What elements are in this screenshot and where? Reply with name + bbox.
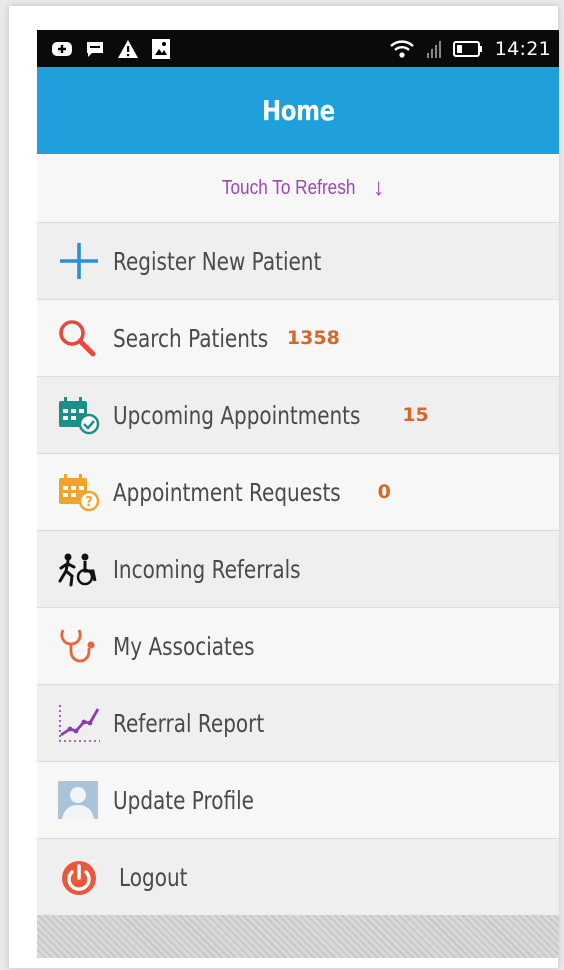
menu-item-label: Referral Report [113, 708, 265, 738]
menu-item-label: Update Profile [113, 785, 254, 815]
power-icon [57, 857, 103, 897]
search-icon [57, 318, 103, 358]
status-bar: 14:21 [37, 30, 559, 67]
status-left-icons [51, 38, 171, 60]
line-chart-icon [57, 703, 103, 743]
menu-item-label: Logout [119, 862, 188, 892]
app-bar: Home [37, 67, 559, 154]
menu-item-appointment-requests[interactable]: ? Appointment Requests 0 [37, 454, 559, 531]
screenshot-frame: 14:21 Home Touch To Refresh ↓ Register N… [9, 6, 559, 968]
menu-item-update-profile[interactable]: Update Profile [37, 762, 559, 839]
profile-avatar-icon [57, 780, 103, 820]
signal-icon [426, 40, 441, 58]
menu-item-label: Appointment Requests [113, 477, 341, 507]
plus-square-icon [51, 40, 73, 58]
referral-people-icon [57, 549, 103, 589]
page-title: Home [261, 94, 335, 127]
refresh-row[interactable]: Touch To Refresh ↓ [37, 154, 559, 223]
calendar-check-icon [57, 395, 103, 435]
request-count-badge: 0 [377, 481, 391, 503]
message-icon [85, 40, 105, 58]
status-right-icons: 14:21 [389, 38, 551, 60]
bottom-empty-area [37, 915, 559, 958]
battery-icon [452, 40, 483, 58]
image-icon [151, 38, 171, 60]
calendar-question-icon: ? [57, 472, 103, 512]
menu-item-label: Incoming Referrals [113, 554, 301, 584]
menu-item-logout[interactable]: Logout [37, 839, 559, 916]
menu-item-my-associates[interactable]: My Associates [37, 608, 559, 685]
menu-item-label: Upcoming Appointments [113, 400, 361, 430]
stethoscope-icon [57, 626, 103, 666]
plus-icon [57, 241, 103, 281]
menu-item-label: Search Patients [113, 323, 269, 353]
warning-icon [117, 39, 139, 59]
patient-count-badge: 1358 [286, 327, 340, 349]
down-arrow-icon: ↓ [372, 174, 385, 201]
wifi-icon [389, 39, 415, 59]
clock: 14:21 [494, 37, 551, 60]
appointment-count-badge: 15 [402, 404, 429, 426]
menu-item-upcoming-appointments[interactable]: Upcoming Appointments 15 [37, 377, 559, 454]
menu-item-incoming-referrals[interactable]: Incoming Referrals [37, 531, 559, 608]
refresh-label: Touch To Refresh [222, 176, 356, 199]
phone-screen: 14:21 Home Touch To Refresh ↓ Register N… [37, 30, 559, 958]
menu-item-referral-report[interactable]: Referral Report [37, 685, 559, 762]
menu-item-register-new-patient[interactable]: Register New Patient [37, 223, 559, 300]
menu-item-search-patients[interactable]: Search Patients 1358 [37, 300, 559, 377]
menu-item-label: My Associates [113, 631, 255, 661]
menu-item-label: Register New Patient [113, 246, 322, 276]
svg-text:?: ? [85, 495, 93, 510]
